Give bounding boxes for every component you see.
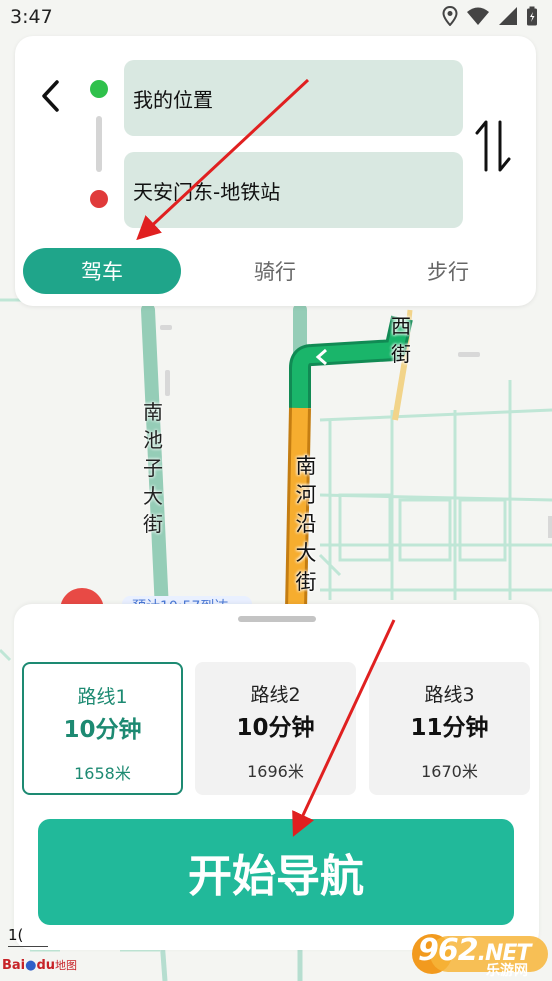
destination-field[interactable]: 天安门东-地铁站 — [124, 152, 463, 228]
tab-drive[interactable]: 驾车 — [23, 248, 181, 294]
route-distance: 1670米 — [421, 762, 478, 781]
route-name: 路线1 — [77, 686, 128, 708]
route-panel: 我的位置 天安门东-地铁站 驾车 骑行 步行 — [15, 36, 536, 306]
back-button[interactable] — [35, 76, 69, 116]
map-scale-bar — [8, 946, 48, 947]
route-connector-line — [96, 116, 102, 172]
street-label-nanheyan: 南河沿大街 — [295, 454, 317, 594]
location-icon — [442, 5, 458, 30]
back-arrow-icon — [42, 80, 59, 112]
map-scale-label: 1( — [8, 926, 24, 944]
route-time: 11分钟 — [410, 715, 489, 741]
route-distance: 1696米 — [247, 762, 304, 781]
swap-locations-button[interactable] — [471, 114, 517, 178]
battery-icon — [526, 6, 538, 30]
tab-walk[interactable]: 步行 — [368, 248, 528, 294]
tab-ride[interactable]: 骑行 — [195, 248, 355, 294]
baidu-map-logo: Bai●du地图 — [2, 958, 78, 973]
status-bar: 3:47 — [0, 0, 552, 34]
route-option-2[interactable]: 路线2 10分钟 1696米 — [195, 662, 356, 795]
signal-icon — [498, 6, 518, 30]
status-time: 3:47 — [10, 6, 53, 28]
route-name: 路线3 — [424, 684, 475, 706]
street-label-nanchizi: 南池子大街 — [143, 400, 163, 536]
route-options-sheet: 路线1 10分钟 1658米 路线2 10分钟 1696米 路线3 11分钟 1… — [14, 604, 539, 950]
route-time: 10分钟 — [63, 717, 142, 743]
sheet-drag-handle[interactable] — [238, 616, 316, 622]
travel-mode-tabs: 驾车 骑行 步行 — [23, 248, 528, 294]
route-distance: 1658米 — [74, 764, 131, 783]
route-time: 10分钟 — [236, 715, 315, 741]
watermark-subtext: 乐游网 — [486, 963, 528, 979]
route-name: 路线2 — [250, 684, 301, 706]
wifi-icon — [466, 6, 490, 30]
start-point-dot-icon — [90, 80, 108, 98]
baidu-paw-icon: ● — [25, 958, 37, 973]
route-option-3[interactable]: 路线3 11分钟 1670米 — [369, 662, 530, 795]
status-icons — [442, 5, 538, 30]
start-location-field[interactable]: 我的位置 — [124, 60, 463, 136]
swap-arrows-icon — [475, 120, 511, 172]
end-point-dot-icon — [90, 190, 108, 208]
start-navigation-button[interactable]: 开始导航 — [38, 819, 514, 925]
route-option-1[interactable]: 路线1 10分钟 1658米 — [22, 662, 183, 795]
street-label-xijie: 西街 — [391, 314, 411, 366]
